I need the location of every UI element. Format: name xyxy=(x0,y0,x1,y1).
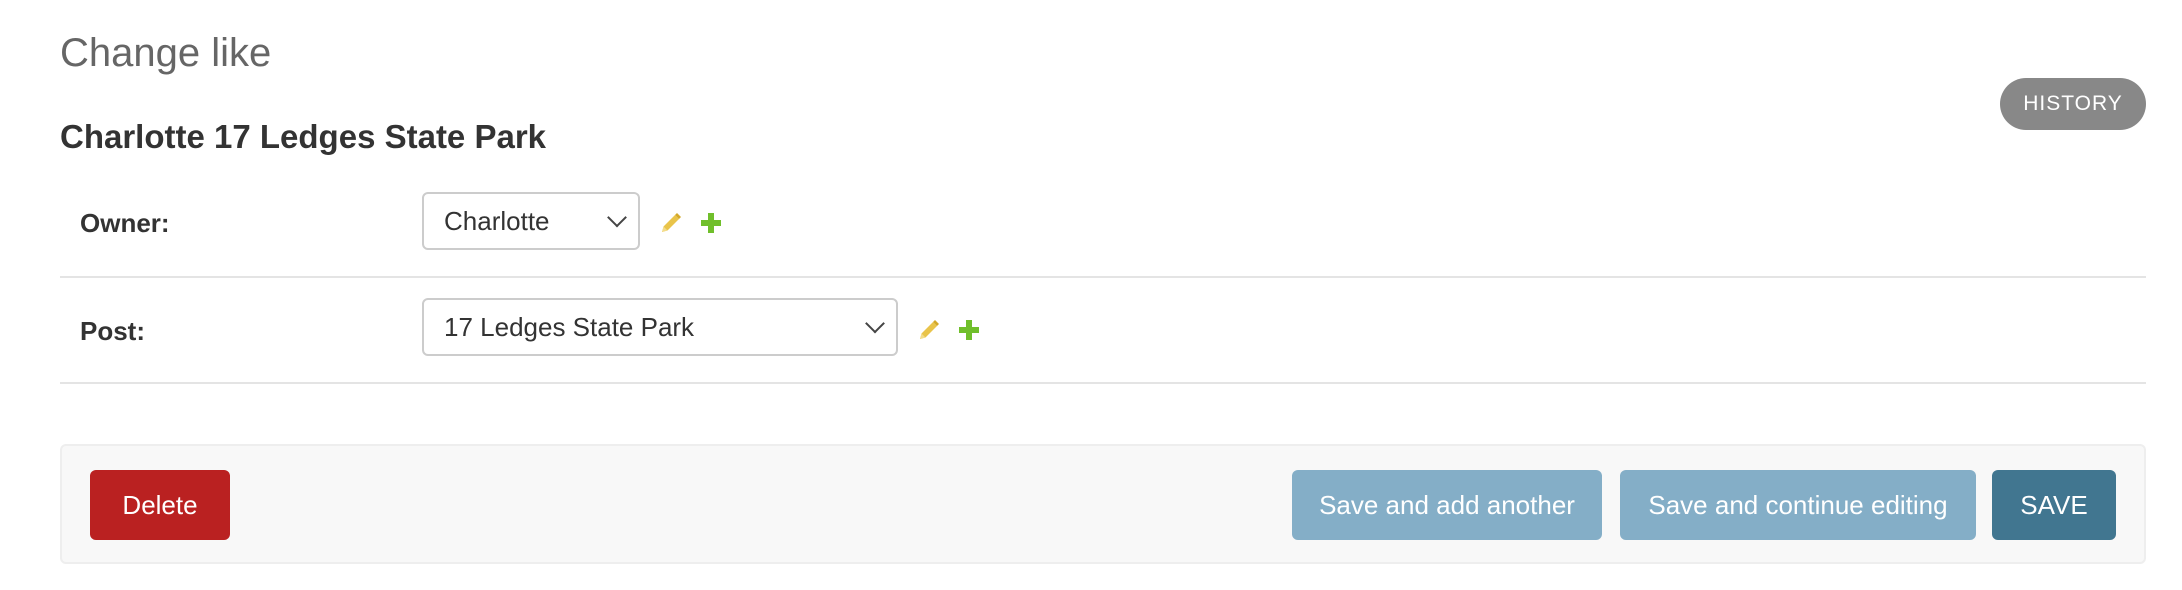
owner-label: Owner: xyxy=(80,208,170,238)
pencil-icon[interactable] xyxy=(656,208,686,238)
delete-button[interactable]: Delete xyxy=(90,470,230,540)
plus-icon[interactable] xyxy=(696,208,726,238)
save-button[interactable]: SAVE xyxy=(1992,470,2116,540)
post-select-value: 17 Ledges State Park xyxy=(444,311,695,342)
post-field-row: Post: 17 Ledges State Park xyxy=(60,278,2146,384)
pencil-icon[interactable] xyxy=(914,315,944,345)
owner-field-row: Owner: Charlotte xyxy=(60,170,2146,278)
chevron-down-icon xyxy=(865,313,885,334)
object-title: Charlotte 17 Ledges State Park xyxy=(60,118,547,155)
save-and-add-another-button[interactable]: Save and add another xyxy=(1292,470,1602,540)
submit-row: Delete Save and add another Save and con… xyxy=(60,444,2146,564)
chevron-down-icon xyxy=(607,207,627,228)
post-select[interactable]: 17 Ledges State Park xyxy=(422,298,898,356)
post-label: Post: xyxy=(80,316,145,346)
owner-select-value: Charlotte xyxy=(444,205,550,236)
page-title: Change like xyxy=(60,31,272,75)
plus-icon[interactable] xyxy=(954,315,984,345)
save-and-continue-button[interactable]: Save and continue editing xyxy=(1620,470,1976,540)
history-button[interactable]: HISTORY xyxy=(2000,78,2146,130)
owner-select[interactable]: Charlotte xyxy=(422,192,640,250)
